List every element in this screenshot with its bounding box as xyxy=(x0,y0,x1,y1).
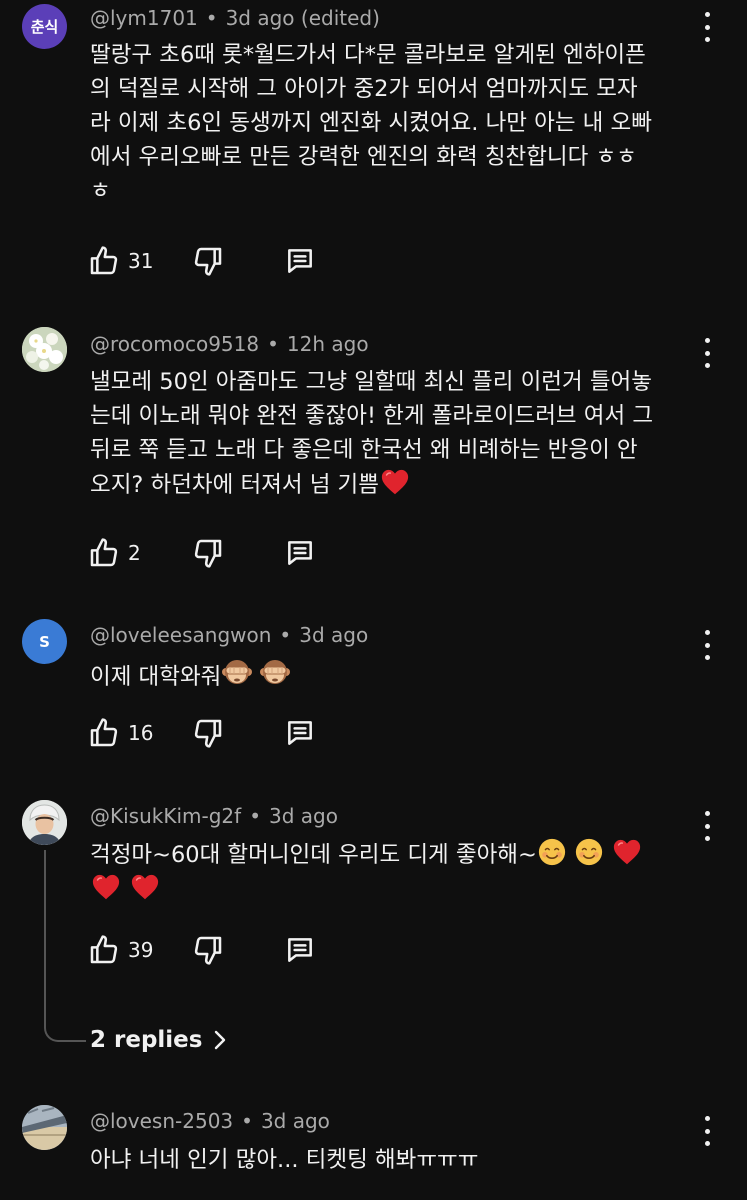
like-icon xyxy=(88,717,120,749)
reply-button[interactable] xyxy=(284,715,316,751)
comment-meta: @lovesn-2503 • 3d ago xyxy=(90,1108,330,1134)
dislike-button[interactable] xyxy=(192,535,224,571)
comment-author[interactable]: @KisukKim-g2f xyxy=(90,804,241,828)
comment-text: 딸랑구 초6때 롯*월드가서 다*문 콜라보로 알게된 엔하이픈 의 덕질로 시… xyxy=(90,42,652,204)
comment-text-content: 걱정마~60대 할머니인데 우리도 디게 좋아해~ xyxy=(90,842,537,868)
comment-text: 아냐 너네 인기 많아... 티켓팅 해봐ㅠㅠㅠ xyxy=(90,1147,479,1173)
comment-author[interactable]: @loveleesangwon xyxy=(90,623,271,647)
more-vert-icon[interactable] xyxy=(697,811,717,841)
dislike-button[interactable] xyxy=(192,932,224,968)
like-count: 31 xyxy=(128,249,154,273)
comment-meta: @lym1701 • 3d ago (edited) xyxy=(90,5,380,31)
dislike-icon xyxy=(192,934,224,966)
comment-time[interactable]: 12h ago xyxy=(287,332,369,356)
comment-text: 낼모레 50인 아줌마도 그냥 일할때 최신 플리 이런거 틀어놓 는데 이노래… xyxy=(90,365,697,502)
reply-button[interactable] xyxy=(284,932,316,968)
smile-emoji xyxy=(537,837,567,867)
like-icon xyxy=(88,537,120,569)
chevron-right-icon xyxy=(215,1030,226,1050)
avatar[interactable]: S xyxy=(22,619,67,664)
like-button[interactable]: 2 xyxy=(88,535,141,571)
avatar[interactable]: 춘식 xyxy=(22,4,67,49)
comment-text: 걱정마~60대 할머니인데 우리도 디게 좋아해~ xyxy=(90,837,697,907)
thread-line xyxy=(44,850,86,1042)
dot-separator: • xyxy=(279,623,292,647)
reply-icon xyxy=(284,537,316,569)
avatar-text: 춘식 xyxy=(30,18,59,36)
like-count: 39 xyxy=(128,938,154,962)
dot-separator: • xyxy=(205,6,218,30)
like-icon xyxy=(88,934,120,966)
comment-meta: @KisukKim-g2f • 3d ago xyxy=(90,803,338,829)
dislike-button[interactable] xyxy=(192,715,224,751)
comment-time[interactable]: 3d ago xyxy=(299,623,368,647)
edited-label: (edited) xyxy=(300,6,380,30)
avatar[interactable] xyxy=(22,327,67,372)
reply-button[interactable] xyxy=(284,535,316,571)
avatar[interactable] xyxy=(22,1105,67,1150)
heart-emoji xyxy=(379,467,411,497)
comment-meta: @rocomoco9518 • 12h ago xyxy=(90,331,369,357)
flower-avatar-image xyxy=(22,327,67,372)
comment-text: 이제 대학와줘 xyxy=(90,657,697,694)
like-count: 16 xyxy=(128,721,154,745)
reply-button[interactable] xyxy=(284,243,316,279)
building-avatar-image xyxy=(22,1105,67,1150)
dislike-icon xyxy=(192,245,224,277)
heart-emoji xyxy=(90,872,122,902)
more-vert-icon[interactable] xyxy=(697,1116,717,1146)
smile-emoji xyxy=(574,837,604,867)
comment-time[interactable]: 3d ago xyxy=(269,804,338,828)
dot-separator: • xyxy=(249,804,261,828)
comment-text-content: 낼모레 50인 아줌마도 그냥 일할때 최신 플리 이런거 틀어놓 는데 이노래… xyxy=(90,369,654,498)
comment-author[interactable]: @rocomoco9518 xyxy=(90,332,259,356)
dislike-icon xyxy=(192,537,224,569)
comment-text-content: 이제 대학와줘 xyxy=(90,664,222,690)
more-vert-icon[interactable] xyxy=(697,338,717,368)
person-avatar-image xyxy=(22,800,67,845)
monkey-emoji xyxy=(221,657,253,689)
dot-separator: • xyxy=(267,332,279,356)
heart-emoji xyxy=(611,837,643,867)
comment-author[interactable]: @lovesn-2503 xyxy=(90,1109,233,1133)
like-button[interactable]: 39 xyxy=(88,932,153,968)
reply-icon xyxy=(284,934,316,966)
dislike-icon xyxy=(192,717,224,749)
more-vert-icon[interactable] xyxy=(697,12,717,42)
more-vert-icon[interactable] xyxy=(697,630,717,660)
replies-label: 2 replies xyxy=(90,1027,203,1053)
dot-separator: • xyxy=(241,1109,253,1133)
like-button[interactable]: 16 xyxy=(88,715,153,751)
avatar-text: S xyxy=(39,632,50,651)
reply-icon xyxy=(284,245,316,277)
comment-author[interactable]: @lym1701 xyxy=(90,6,198,30)
like-icon xyxy=(88,245,120,277)
reply-icon xyxy=(284,717,316,749)
avatar[interactable] xyxy=(22,800,67,845)
like-button[interactable]: 31 xyxy=(88,243,153,279)
comment-meta: @loveleesangwon • 3d ago xyxy=(90,622,368,648)
monkey-emoji xyxy=(259,657,291,689)
dislike-button[interactable] xyxy=(192,243,224,279)
comment-time[interactable]: 3d ago xyxy=(226,6,295,30)
heart-emoji xyxy=(129,872,161,902)
like-count: 2 xyxy=(128,541,141,565)
comment-time[interactable]: 3d ago xyxy=(261,1109,330,1133)
view-replies-button[interactable]: 2 replies xyxy=(90,1022,228,1058)
